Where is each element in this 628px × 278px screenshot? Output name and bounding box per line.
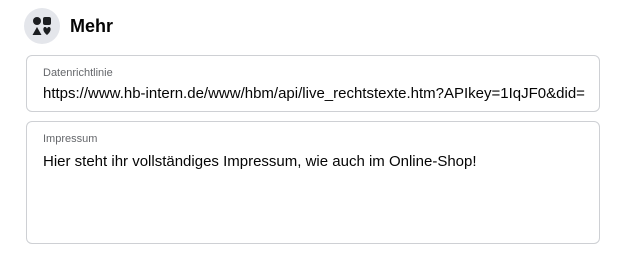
imprint-textarea[interactable]: Hier steht ihr vollständiges Impressum, … bbox=[43, 152, 585, 172]
section-title: Mehr bbox=[70, 15, 114, 36]
privacy-policy-field[interactable]: Datenrichtlinie https://www.hb-intern.de… bbox=[26, 55, 600, 112]
imprint-field[interactable]: Impressum Hier steht ihr vollständiges I… bbox=[26, 121, 600, 244]
privacy-policy-label: Datenrichtlinie bbox=[43, 67, 113, 79]
shapes-icon bbox=[24, 8, 60, 44]
imprint-label: Impressum bbox=[43, 133, 98, 145]
section-header: Mehr bbox=[24, 8, 113, 44]
privacy-policy-input[interactable]: https://www.hb-intern.de/www/hbm/api/liv… bbox=[43, 84, 585, 104]
